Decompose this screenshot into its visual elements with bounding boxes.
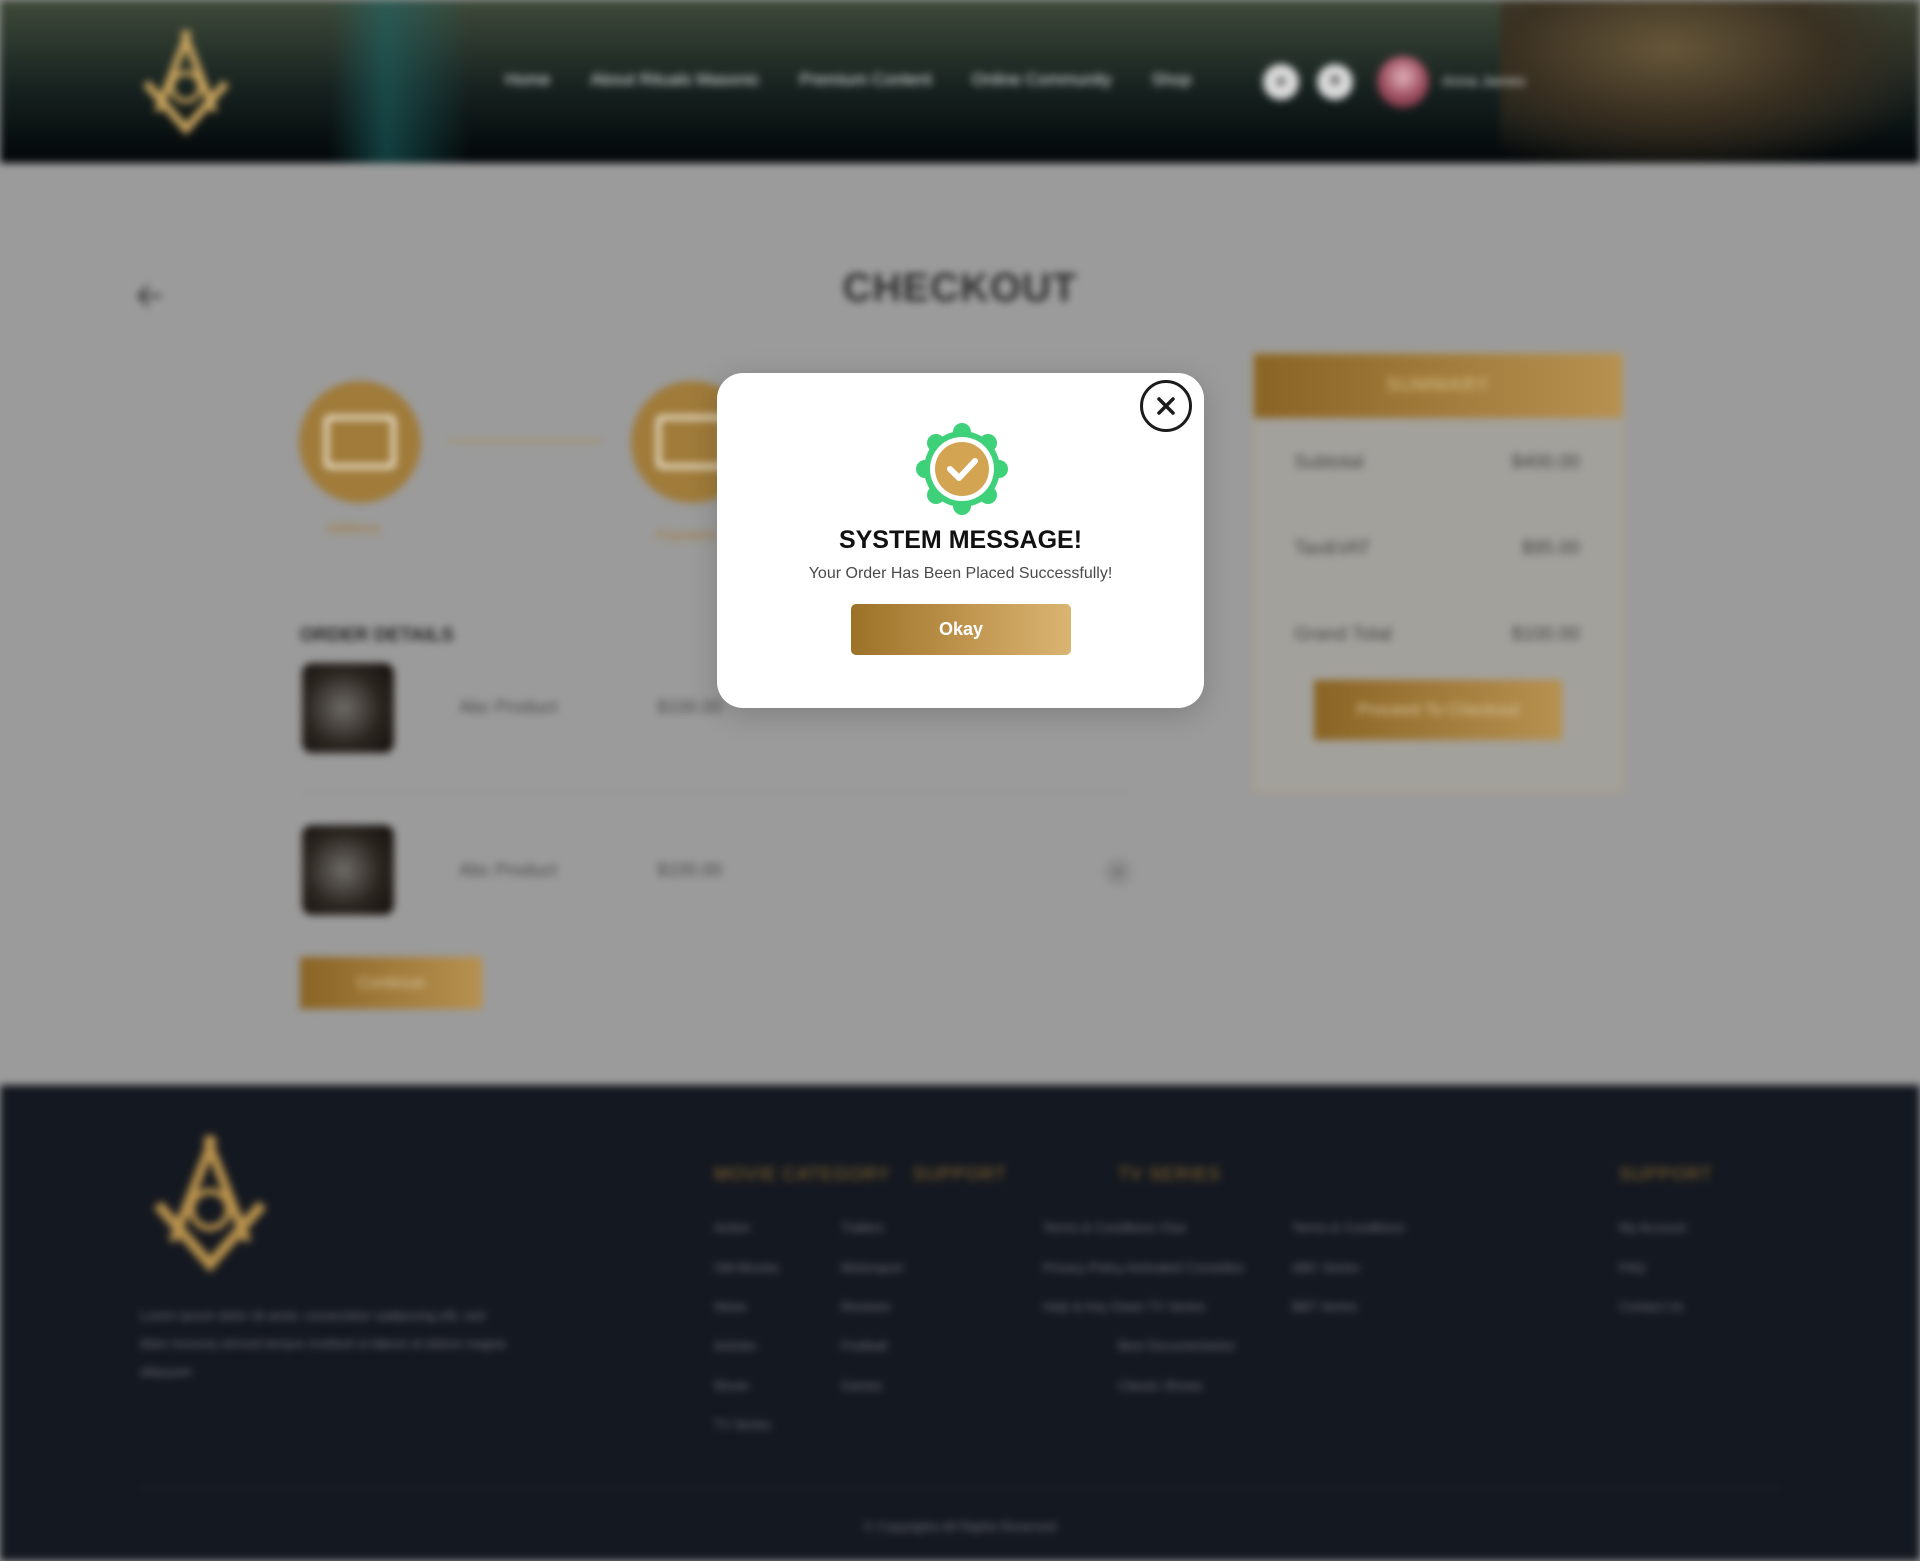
footer-about-text: Lorem ipsum dolor sit amet, consectetur … — [140, 1308, 506, 1379]
header-chandelier-glow — [1500, 0, 1920, 163]
product-price: $100.00 — [657, 860, 723, 880]
summary-label: Grand Total — [1294, 624, 1392, 645]
footer-heading: SUPPORT — [1619, 1164, 1713, 1184]
footer-link[interactable]: News — [714, 1299, 747, 1314]
footer-link[interactable]: Action — [714, 1220, 750, 1235]
footer-divider — [140, 1487, 1780, 1488]
footer-heading: TV SERIES — [1118, 1164, 1222, 1184]
site-header: Home About Rituals Masonic Premium Conte… — [0, 0, 1920, 163]
footer-heading: MOVIE CATEGORY — [714, 1164, 891, 1184]
step-payment-label: Payment — [656, 527, 716, 544]
footer-link[interactable]: Football — [841, 1338, 887, 1353]
cart-icon[interactable]: ▼ — [1317, 64, 1353, 100]
success-badge-icon — [916, 423, 1008, 515]
nav-home[interactable]: Home — [505, 70, 550, 90]
footer-link[interactable]: Reviews — [841, 1299, 890, 1314]
footer-link[interactable]: Terms & Conditions — [1292, 1220, 1405, 1235]
footer-link[interactable]: Motorsport — [841, 1260, 903, 1275]
summary-label: Subtotal — [1294, 452, 1364, 473]
footer-masonic-logo — [153, 1133, 267, 1273]
footer-link[interactable]: My Account — [1619, 1220, 1686, 1235]
footer-link[interactable]: Terms & Conditions Clue — [1043, 1220, 1186, 1235]
footer-link[interactable]: BBT Series — [1292, 1299, 1358, 1314]
continue-button[interactable]: Continue — [300, 957, 482, 1009]
summary-row-subtotal: Subtotal $400.00 — [1294, 452, 1580, 474]
notification-icon[interactable]: ● — [1263, 64, 1299, 100]
product-price: $100.00 — [657, 697, 723, 717]
summary-panel: SUMMARY Subtotal $400.00 Tax&VAT $95.00 … — [1252, 352, 1624, 792]
product-name: Abc Product — [459, 697, 558, 717]
footer-link[interactable]: Help & Key Dawn TV Series — [1043, 1299, 1205, 1314]
footer-link[interactable]: Old Movies — [714, 1260, 779, 1275]
footer-heading: SUPPORT — [913, 1164, 1007, 1184]
checkout-page: Home About Rituals Masonic Premium Conte… — [0, 0, 1920, 1561]
summary-value: $400.00 — [1511, 452, 1580, 473]
remove-item-icon[interactable]: ✕ — [1104, 858, 1132, 886]
summary-row-tax: Tax&VAT $95.00 — [1294, 538, 1580, 560]
system-message-modal: SYSTEM MESSAGE! Your Order Has Been Plac… — [717, 373, 1204, 708]
product-name: Abc Product — [459, 860, 558, 880]
footer-link[interactable]: Articles — [714, 1338, 757, 1353]
product-thumbnail — [302, 825, 394, 915]
footer-link[interactable]: FAQ — [1619, 1260, 1645, 1275]
user-name[interactable]: Anna James — [1442, 73, 1525, 90]
footer-link[interactable]: Trailers — [841, 1220, 884, 1235]
nav-shop[interactable]: Shop — [1152, 70, 1192, 90]
nav-about[interactable]: About Rituals Masonic — [590, 70, 759, 90]
product-thumbnail — [302, 663, 394, 753]
step-address-label: Address — [326, 520, 382, 537]
footer-link[interactable]: TV Series — [714, 1417, 771, 1432]
footer-link[interactable]: Privacy Policy Animated Comedies — [1043, 1260, 1244, 1275]
main-nav: Home About Rituals Masonic Premium Conte… — [505, 70, 1191, 90]
footer-link[interactable]: Games — [841, 1378, 883, 1393]
masonic-logo[interactable] — [140, 25, 232, 135]
summary-title: SUMMARY — [1254, 354, 1622, 418]
close-icon[interactable] — [1140, 380, 1192, 432]
footer-link[interactable]: Movie — [714, 1378, 749, 1393]
nav-premium[interactable]: Premium Content — [800, 70, 932, 90]
footer-link[interactable]: Classic Shows — [1118, 1378, 1203, 1393]
summary-value: $100.00 — [1511, 624, 1580, 645]
nav-community[interactable]: Online Community — [972, 70, 1112, 90]
header-light-streak — [330, 0, 470, 163]
summary-row-grand-total: Grand Total $100.00 — [1294, 624, 1580, 646]
summary-label: Tax&VAT — [1294, 538, 1371, 559]
modal-message: Your Order Has Been Placed Successfully! — [808, 565, 1113, 582]
modal-title: SYSTEM MESSAGE! — [838, 526, 1083, 554]
okay-button[interactable]: Okay — [851, 604, 1071, 655]
footer-link[interactable]: Contact Us — [1619, 1299, 1683, 1314]
footer-link[interactable]: ABC Series — [1292, 1260, 1359, 1275]
summary-value: $95.00 — [1521, 538, 1580, 559]
row-divider — [300, 792, 1130, 793]
copyright-text: © Copyrights All Rights Reserved — [863, 1519, 1057, 1534]
page-title: CHECKOUT — [842, 266, 1078, 310]
step-address-icon — [299, 381, 421, 503]
proceed-to-checkout-button[interactable]: Proceed To Checkout — [1314, 680, 1562, 740]
footer-link[interactable]: Best Documentaries — [1118, 1338, 1235, 1353]
order-details-title: ORDER DETAILS — [300, 625, 454, 646]
avatar[interactable] — [1377, 56, 1429, 108]
step-connector — [448, 440, 603, 442]
